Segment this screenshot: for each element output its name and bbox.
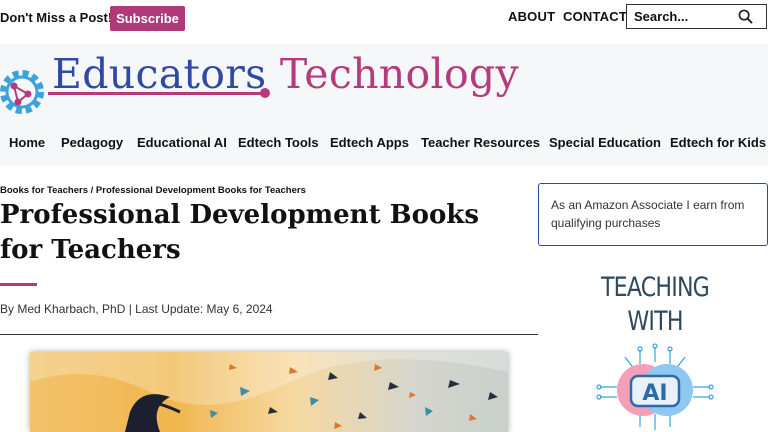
butterflies-illustration: [30, 352, 508, 432]
title-accent-rule: [0, 283, 37, 286]
banner-line-2: WITH: [627, 306, 683, 337]
gear-network-icon: [0, 70, 44, 114]
logo-dot: [260, 88, 270, 98]
breadcrumb-current: Professional Development Books for Teach…: [95, 185, 306, 196]
search-icon[interactable]: [738, 9, 753, 24]
nav-item-edtech-tools[interactable]: Edtech Tools: [238, 135, 319, 150]
subscribe-button[interactable]: Subscribe: [110, 6, 185, 31]
contact-link[interactable]: CONTACT: [563, 9, 627, 24]
nav-item-edtech-apps[interactable]: Edtech Apps: [330, 135, 409, 150]
search-placeholder: Search...: [634, 9, 689, 24]
breadcrumb-link[interactable]: Books for Teachers: [0, 185, 88, 196]
breadcrumb: Books for Teachers / Professional Develo…: [0, 185, 306, 196]
logo-word-2: Technology: [279, 50, 519, 98]
nav-item-edtech-for-kids[interactable]: Edtech for Kids: [670, 135, 766, 150]
nav-item-educational-ai[interactable]: Educational AI: [137, 135, 227, 150]
nav-item-home[interactable]: Home: [9, 135, 45, 150]
nav-item-teacher-resources[interactable]: Teacher Resources: [421, 135, 540, 150]
banner-line-1: TEACHING: [600, 272, 710, 303]
top-bar: Don't Miss a Post! Subscribe ABOUT CONTA…: [0, 0, 768, 36]
nav-item-pedagogy[interactable]: Pedagogy: [61, 135, 123, 150]
logo-word-1: Educators: [52, 50, 267, 98]
breadcrumb-separator: /: [90, 185, 94, 196]
banner-line-3: AI: [642, 381, 667, 406]
teaching-with-ai-banner[interactable]: TEACHING WITH AI: [585, 272, 725, 432]
about-link[interactable]: ABOUT: [508, 9, 555, 24]
featured-image: [30, 352, 508, 432]
site-logo[interactable]: Educators Technology: [52, 50, 519, 98]
divider: [0, 334, 538, 335]
nav-item-special-education[interactable]: Special Education: [549, 135, 661, 150]
promo-text: Don't Miss a Post!: [0, 10, 113, 25]
affiliate-notice: As an Amazon Associate I earn from quali…: [538, 183, 768, 246]
brain-chip-icon: AI: [596, 343, 714, 430]
search-input[interactable]: Search...: [626, 4, 767, 29]
article-meta: By Med Kharbach, PhD | Last Update: May …: [0, 302, 273, 316]
page-title: Professional Development Books for Teach…: [0, 200, 479, 265]
logo-underline: [48, 92, 266, 95]
